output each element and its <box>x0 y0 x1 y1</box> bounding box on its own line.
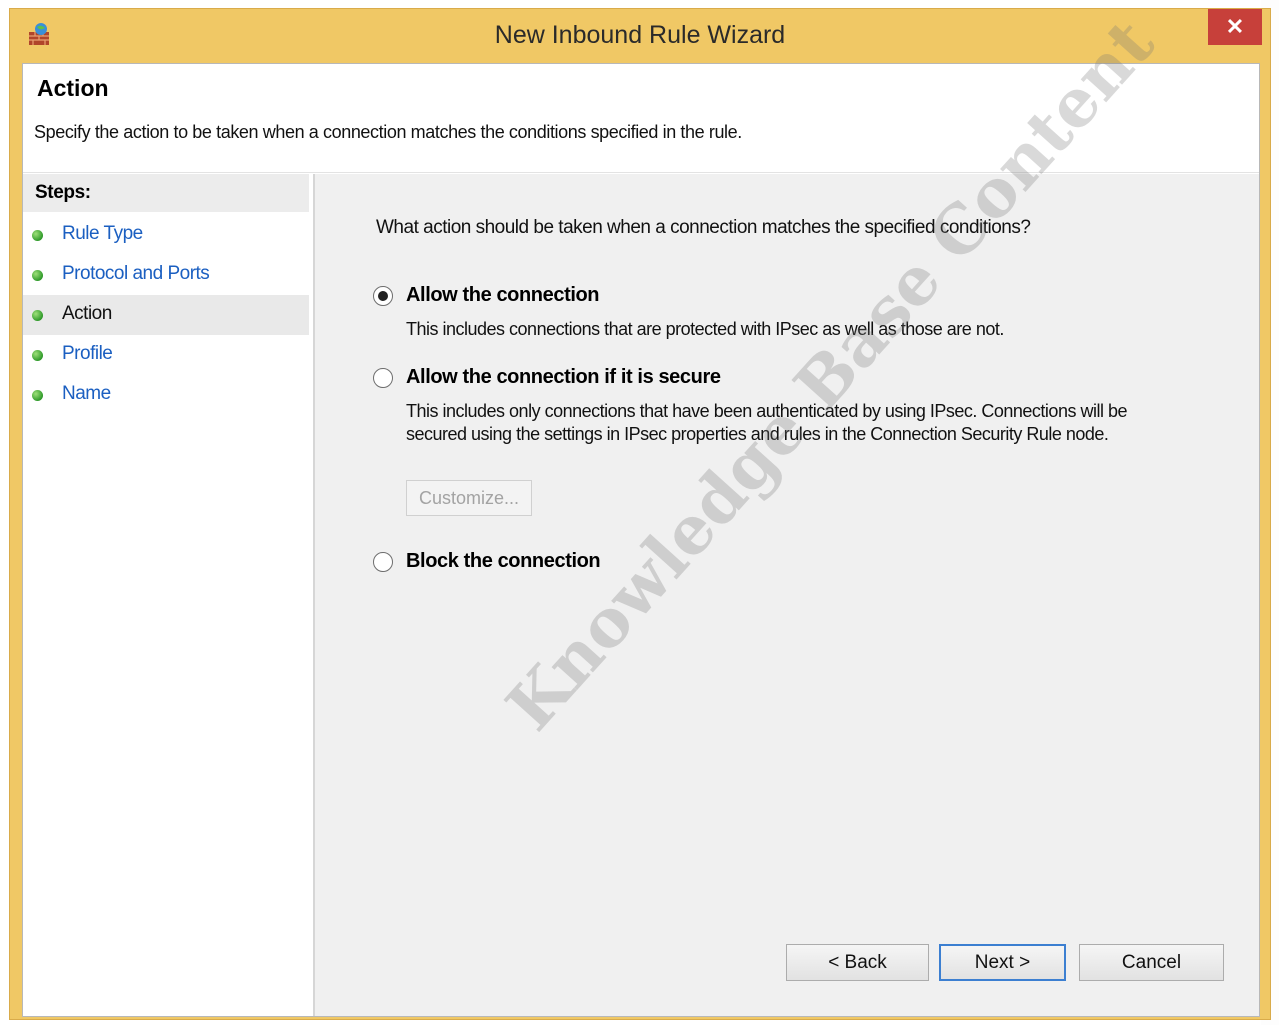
page-header: Action Specify the action to be taken wh… <box>23 64 1259 173</box>
status-dot-icon <box>32 390 43 401</box>
steps-heading: Steps: <box>23 174 309 212</box>
status-dot-icon <box>32 310 43 321</box>
step-label: Name <box>62 383 111 404</box>
allow-if-secure-description: This includes only connections that have… <box>406 401 1127 444</box>
wizard-client-area: Action Specify the action to be taken wh… <box>22 63 1260 1017</box>
window-title: New Inbound Rule Wizard <box>494 21 786 49</box>
allow-connection-label[interactable]: Allow the connection <box>406 284 600 307</box>
step-action[interactable]: Action <box>23 295 309 335</box>
status-dot-icon <box>32 270 43 281</box>
step-protocol-and-ports[interactable]: Protocol and Ports <box>23 255 309 295</box>
cancel-button[interactable]: Cancel <box>1079 944 1224 981</box>
action-options-panel: What action should be taken when a conne… <box>315 174 1259 1016</box>
next-button[interactable]: Next > <box>939 944 1066 981</box>
allow-if-secure-radio[interactable] <box>373 368 393 388</box>
step-profile[interactable]: Profile <box>23 335 309 375</box>
title-bar[interactable]: New Inbound Rule Wizard ✕ <box>10 9 1270 63</box>
page-subtitle: Specify the action to be taken when a co… <box>34 122 742 142</box>
step-label: Protocol and Ports <box>62 263 210 284</box>
allow-connection-radio[interactable] <box>373 286 393 306</box>
step-name[interactable]: Name <box>23 375 309 415</box>
allow-connection-description: This includes connections that are prote… <box>406 319 1004 339</box>
block-connection-radio[interactable] <box>373 552 393 572</box>
action-question: What action should be taken when a conne… <box>376 217 1031 238</box>
back-button[interactable]: < Back <box>786 944 929 981</box>
allow-if-secure-label[interactable]: Allow the connection if it is secure <box>406 366 721 389</box>
step-label: Rule Type <box>62 223 143 244</box>
block-connection-label[interactable]: Block the connection <box>406 550 601 573</box>
status-dot-icon <box>32 230 43 241</box>
status-dot-icon <box>32 350 43 361</box>
step-rule-type[interactable]: Rule Type <box>23 215 309 255</box>
step-label: Action <box>62 303 112 324</box>
page-title: Action <box>37 75 109 101</box>
steps-panel: Steps: Rule Type Protocol and Ports Acti… <box>23 174 313 1016</box>
close-button[interactable]: ✕ <box>1208 9 1262 45</box>
wizard-window: New Inbound Rule Wizard ✕ Action Specify… <box>9 8 1271 1020</box>
step-label: Profile <box>62 343 113 364</box>
customize-button[interactable]: Customize... <box>406 480 532 516</box>
